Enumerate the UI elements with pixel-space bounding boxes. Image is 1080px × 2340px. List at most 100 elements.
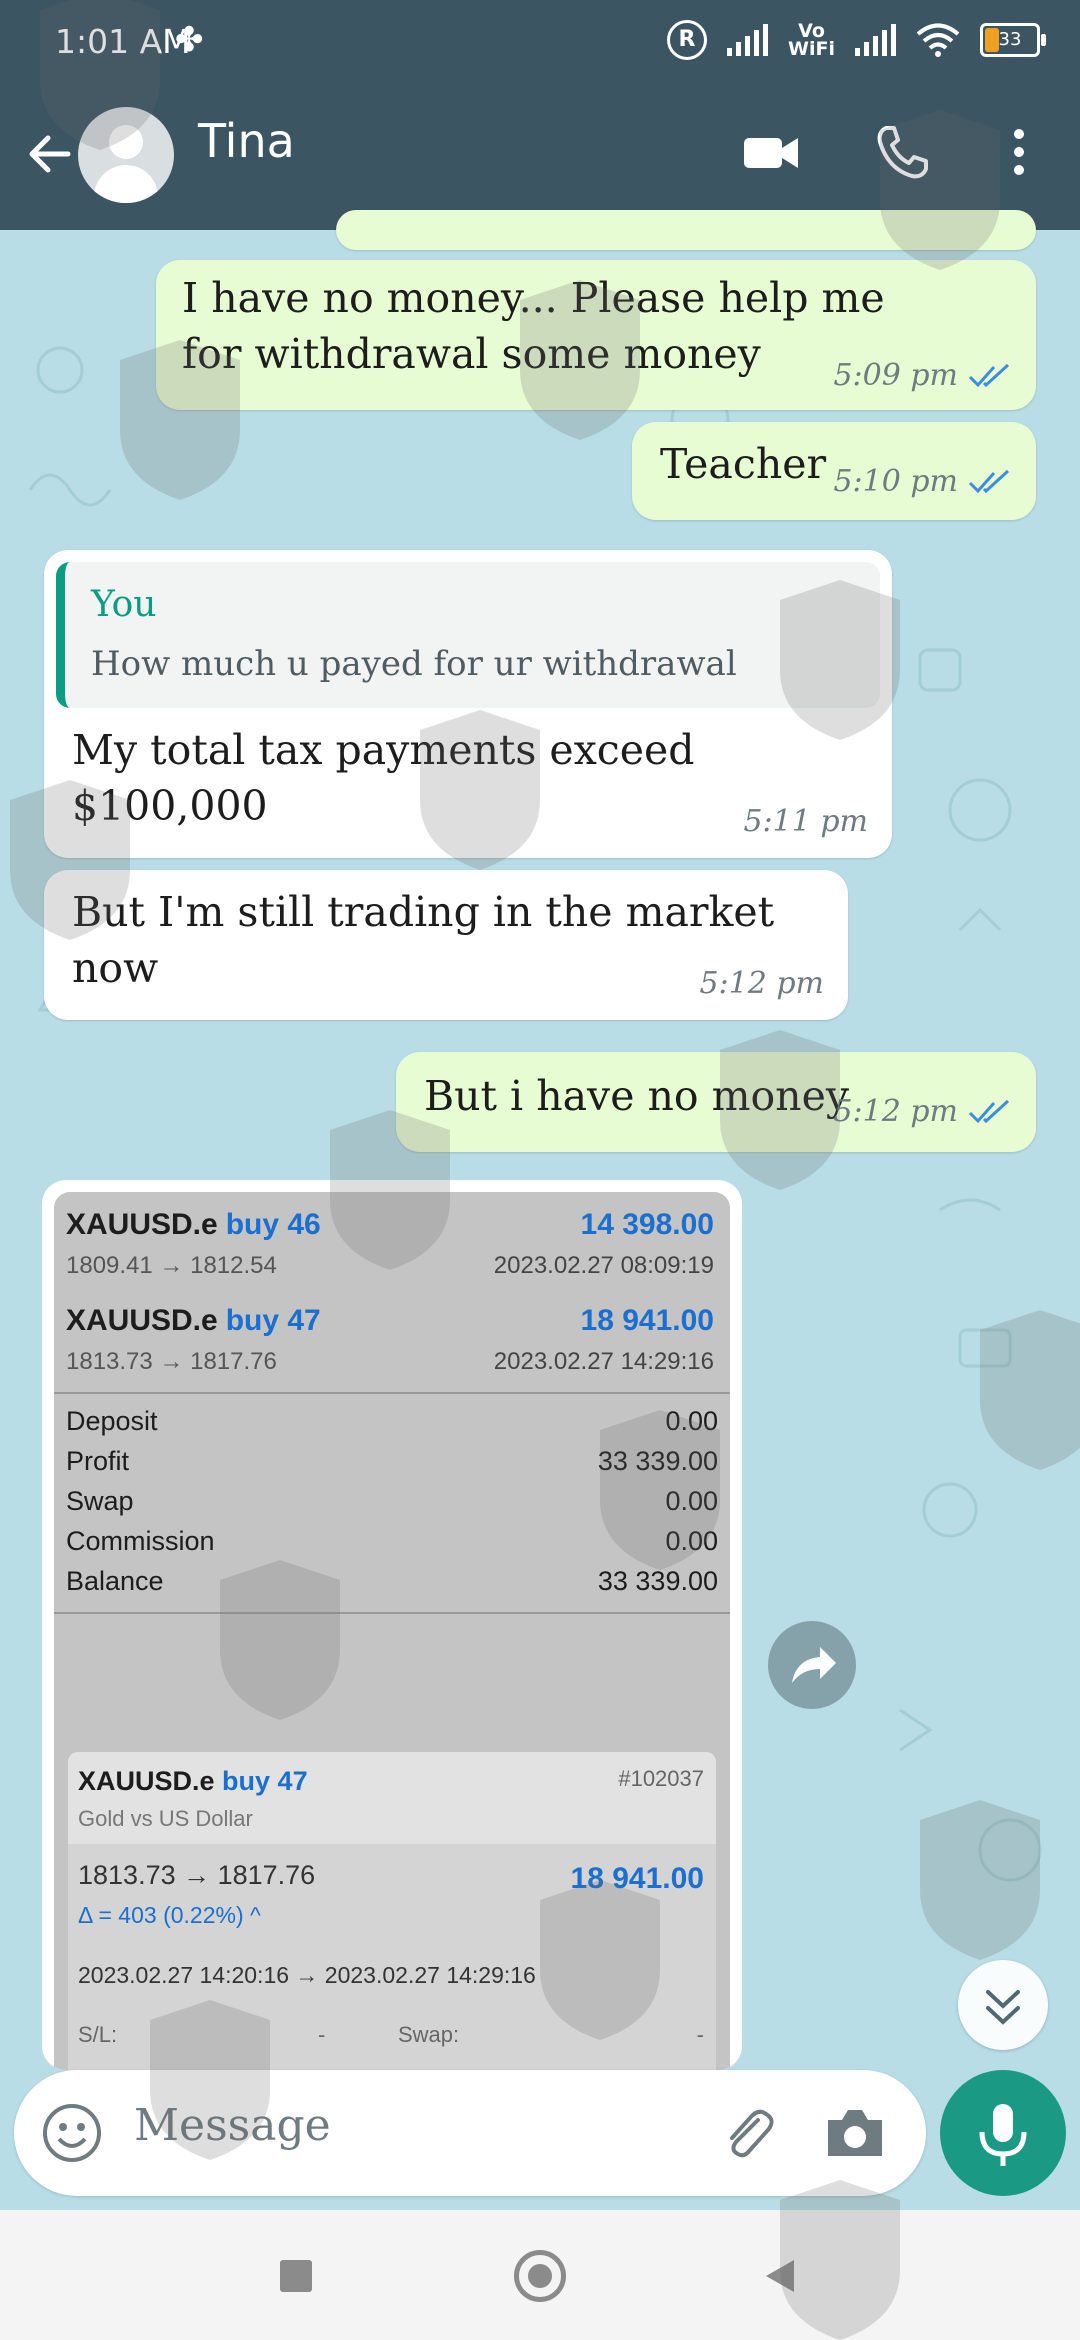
summary-label: Commission [66, 1526, 215, 1556]
mic-button[interactable] [940, 2070, 1066, 2196]
trade-action: buy 46 [225, 1208, 321, 1241]
trade-datetime: 2023.02.27 08:09:19 [493, 1252, 714, 1279]
message-text: Teacher [660, 440, 827, 488]
signal-icon [727, 24, 769, 56]
detail-prices: 1813.73 → 1817.76 [78, 1860, 316, 1890]
mic-icon [979, 2104, 1027, 2166]
message-meta: 5:11 pm [743, 804, 868, 839]
trade-profit: 14 398.00 [580, 1208, 714, 1241]
detail-swap-label: Swap: [398, 2022, 460, 2047]
message-bubble-outgoing[interactable]: But i have no money 5:12 pm [396, 1052, 1036, 1152]
status-icons: R Vo WiFi 33 [667, 20, 1046, 60]
message-time: 5:12 pm [699, 966, 824, 1001]
vowifi-line2: WiFi [788, 38, 835, 60]
top-app-bar: 1:01 AM ✤ R Vo WiFi 33 Tina [0, 0, 1080, 230]
attach-icon[interactable] [714, 2100, 780, 2166]
detail-sl-value: - [318, 2022, 326, 2047]
message-text: But i have no money [424, 1072, 850, 1120]
more-vert-icon[interactable] [1004, 122, 1034, 182]
quoted-message[interactable]: You How much u payed for ur withdrawal [56, 562, 880, 708]
battery-icon: 33 [980, 23, 1046, 57]
phone-icon[interactable] [872, 122, 932, 182]
chat-area[interactable]: I have no money... Please help me for wi… [0, 210, 1080, 2070]
detail-profit: 18 941.00 [570, 1862, 704, 1895]
summary-label: Swap [66, 1486, 134, 1516]
nav-recent-icon[interactable] [280, 2260, 312, 2292]
system-nav-bar [0, 2210, 1080, 2340]
trade-detail-card: XAUUSD.e buy 47 #102037 Gold vs US Dolla… [68, 1752, 716, 2070]
trade-symbol: XAUUSD.e buy 47 [66, 1304, 321, 1338]
read-ticks-icon [968, 363, 1010, 387]
share-button[interactable] [768, 1621, 856, 1709]
message-time: 5:11 pm [743, 804, 868, 839]
trade-prices: 1813.73 → 1817.76 [66, 1348, 277, 1375]
detail-delta: Δ = 403 (0.22%) ^ [78, 1902, 261, 1928]
emoji-icon[interactable] [40, 2101, 104, 2165]
summary-label: Profit [66, 1446, 130, 1476]
trade-action: buy 47 [225, 1304, 321, 1337]
battery-level: 33 [998, 29, 1022, 50]
message-meta: 5:09 pm [833, 358, 1012, 393]
message-meta: 5:10 pm [833, 464, 1012, 499]
detail-ticket: #102037 [618, 1766, 704, 1791]
avatar[interactable] [78, 107, 174, 203]
share-icon [792, 1647, 836, 1683]
quote-author: You [91, 584, 157, 625]
wifi-icon [916, 23, 960, 57]
message-bubble-incoming[interactable]: But I'm still trading in the market now … [44, 870, 848, 1020]
trade-symbol-text: XAUUSD.e [66, 1304, 218, 1337]
summary-label: Balance [66, 1566, 164, 1596]
nav-home-icon[interactable] [514, 2250, 566, 2302]
message-bubble-incoming[interactable]: You How much u payed for ur withdrawal M… [44, 550, 892, 858]
trade-datetime: 2023.02.27 14:29:16 [493, 1348, 714, 1375]
message-partial [336, 210, 1036, 250]
nav-back-icon[interactable] [760, 2256, 800, 2296]
read-ticks-icon [968, 469, 1010, 493]
detail-symbol: XAUUSD.e buy 47 [78, 1766, 308, 1797]
read-ticks-icon [968, 1099, 1010, 1123]
summary-row: Deposit 0.00 [66, 1406, 718, 1446]
divider [54, 1612, 730, 1614]
trading-screenshot: XAUUSD.e buy 46 1809.41 → 1812.54 14 398.… [54, 1192, 730, 2070]
scroll-down-icon [986, 1990, 1020, 2025]
trade-prices: 1809.41 → 1812.54 [66, 1252, 277, 1279]
contact-name[interactable]: Tina [198, 114, 295, 168]
message-meta: 5:12 pm [833, 1094, 1012, 1129]
detail-sl-label: S/L: [78, 2022, 118, 2047]
summary-value: 33 339.00 [597, 1446, 718, 1476]
back-arrow-icon[interactable] [20, 124, 80, 184]
video-call-icon[interactable] [742, 122, 802, 182]
camera-icon[interactable] [822, 2102, 888, 2164]
detail-description: Gold vs US Dollar [78, 1806, 253, 1831]
trade-symbol-text: XAUUSD.e [66, 1208, 218, 1241]
fan-icon: ✤ [175, 20, 204, 60]
trade-symbol: XAUUSD.e buy 46 [66, 1208, 321, 1242]
summary-value: 33 339.00 [597, 1566, 718, 1596]
message-input[interactable]: Message [134, 2100, 331, 2151]
summary-value: 0.00 [665, 1406, 718, 1436]
scroll-down-button[interactable] [958, 1960, 1048, 2050]
image-message[interactable]: XAUUSD.e buy 46 1809.41 → 1812.54 14 398.… [42, 1180, 742, 2070]
vowifi-icon: Vo WiFi [788, 22, 835, 60]
summary-value: 0.00 [665, 1526, 718, 1556]
trade-detail-header: XAUUSD.e buy 47 #102037 Gold vs US Dolla… [68, 1752, 716, 1844]
trade-row: XAUUSD.e buy 47 1813.73 → 1817.76 18 941.… [54, 1288, 730, 1388]
status-bar: 1:01 AM ✤ R Vo WiFi 33 [0, 0, 1080, 92]
signal-2-icon [855, 24, 896, 56]
message-meta: 5:12 pm [699, 966, 824, 1001]
message-time: 5:12 pm [833, 1094, 958, 1129]
registered-icon: R [667, 20, 708, 60]
quote-text: How much u payed for ur withdrawal [91, 644, 737, 684]
summary-row: Balance 33 339.00 [66, 1566, 718, 1606]
summary-row: Swap 0.00 [66, 1486, 718, 1526]
message-bubble-outgoing[interactable]: Teacher 5:10 pm [632, 422, 1036, 520]
detail-period: 2023.02.27 14:20:16 → 2023.02.27 14:29:1… [78, 1962, 536, 1988]
message-composer[interactable]: Message [14, 2070, 926, 2196]
detail-symbol-text: XAUUSD.e [78, 1766, 215, 1796]
trade-profit: 18 941.00 [580, 1304, 714, 1337]
message-bubble-outgoing[interactable]: I have no money... Please help me for wi… [156, 260, 1036, 410]
divider [54, 1392, 730, 1394]
trade-row: XAUUSD.e buy 46 1809.41 → 1812.54 14 398.… [54, 1192, 730, 1292]
summary-label: Deposit [66, 1406, 158, 1436]
summary-value: 0.00 [665, 1486, 718, 1516]
